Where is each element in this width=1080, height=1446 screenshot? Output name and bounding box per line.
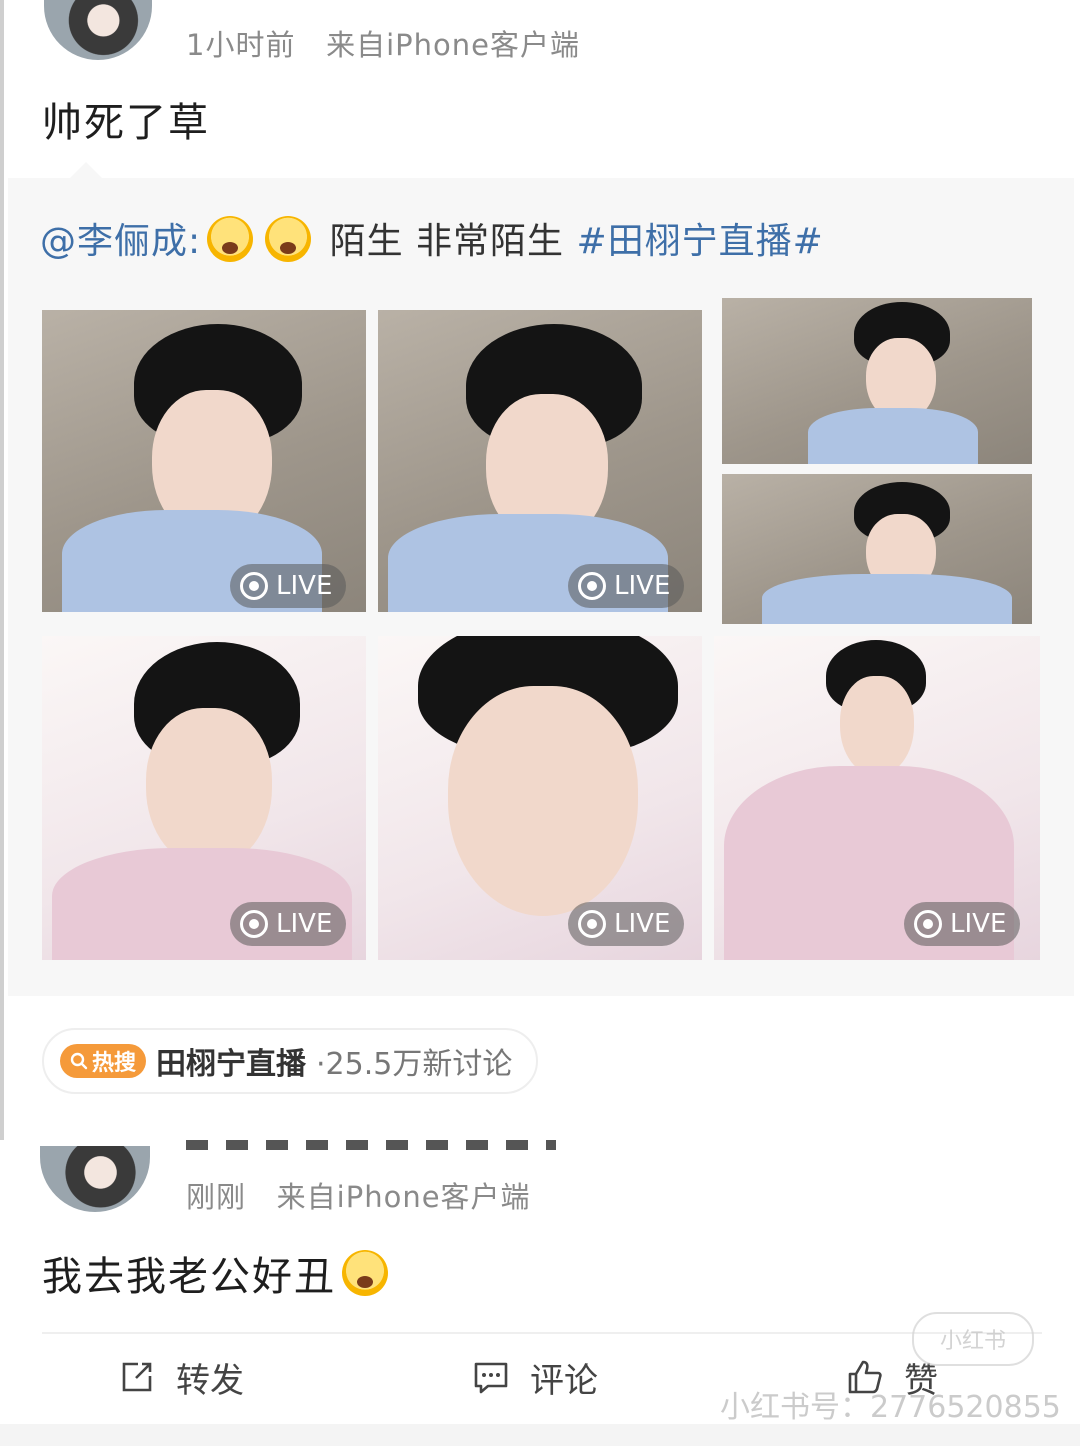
photo-thumbnail[interactable]: LIVE — [378, 310, 702, 612]
photo-subject-shirt — [762, 574, 1012, 624]
trending-topic-link[interactable]: 热搜 田栩宁直播 ·25.5万新讨论 — [42, 1028, 538, 1094]
comment-button[interactable]: 评论 — [472, 1352, 598, 1402]
quoted-text: 陌生 非常陌生 — [329, 221, 565, 262]
post-text: 帅死了草 — [42, 100, 210, 146]
live-label: LIVE — [614, 909, 671, 939]
live-photo-icon — [240, 572, 268, 600]
hot-search-label: 热搜 — [92, 1051, 137, 1076]
photo-subject-face — [448, 686, 638, 916]
photo-thumbnail[interactable]: LIVE — [714, 636, 1040, 960]
photo-thumbnail[interactable] — [722, 298, 1032, 464]
photo-thumbnail[interactable]: LIVE — [378, 636, 702, 960]
live-badge: LIVE — [568, 902, 685, 946]
live-badge: LIVE — [230, 564, 347, 608]
watermark-text: 小红书号：2776520855 — [720, 1390, 1061, 1425]
live-photo-icon — [914, 910, 942, 938]
trend-discussion-count: ·25.5万新讨论 — [316, 1047, 513, 1082]
scream-emoji-icon — [265, 216, 312, 262]
live-label: LIVE — [614, 571, 671, 601]
post-time: 刚刚 — [186, 1180, 247, 1214]
live-photo-icon — [240, 910, 268, 938]
live-photo-icon — [578, 910, 606, 938]
post-text-content: 我去我老公好丑 — [42, 1254, 336, 1300]
post-source: 来自iPhone客户端 — [326, 28, 580, 62]
cropped-text-fragment — [186, 1140, 556, 1150]
live-badge: LIVE — [904, 902, 1021, 946]
xiaohongshu-logo-watermark: 小红书 — [912, 1312, 1034, 1366]
hot-search-badge: 热搜 — [60, 1044, 147, 1078]
hashtag-link[interactable]: #田栩宁直播# — [577, 221, 824, 262]
photo-subject-face — [840, 676, 914, 776]
live-label: LIVE — [276, 571, 333, 601]
action-divider — [42, 1332, 1042, 1334]
comment-label: 评论 — [530, 1360, 598, 1401]
post-text: 我去我老公好丑 — [42, 1244, 394, 1302]
post-meta: 刚刚 来自iPhone客户端 — [186, 1174, 531, 1216]
repost-icon — [122, 1362, 152, 1392]
quoted-author-mention[interactable]: @李俪成: — [40, 221, 201, 262]
repost-button[interactable]: 转发 — [118, 1352, 244, 1402]
photo-thumbnail[interactable]: LIVE — [42, 310, 366, 612]
photo-subject-shirt — [808, 408, 978, 464]
search-icon — [70, 1052, 88, 1070]
avatar[interactable] — [44, 0, 152, 60]
crying-emoji-icon — [342, 1250, 388, 1296]
photo-thumbnail[interactable]: LIVE — [42, 636, 366, 960]
post-meta: 1小时前 来自iPhone客户端 — [186, 22, 580, 64]
post-time: 1小时前 — [186, 28, 296, 62]
trend-title: 田栩宁直播 — [156, 1047, 307, 1082]
live-badge: LIVE — [230, 902, 347, 946]
left-edge-rule — [0, 0, 4, 1140]
scream-emoji-icon — [207, 216, 254, 262]
avatar[interactable] — [40, 1146, 150, 1212]
post-source: 来自iPhone客户端 — [276, 1180, 531, 1214]
photo-thumbnail[interactable] — [722, 474, 1032, 624]
repost-label: 转发 — [176, 1360, 244, 1401]
photo-subject-face — [146, 708, 272, 868]
comment-icon — [474, 1362, 508, 1394]
live-badge: LIVE — [568, 564, 685, 608]
live-photo-icon — [578, 572, 606, 600]
quoted-text-line: @李俪成: 陌生 非常陌生 #田栩宁直播# — [40, 212, 824, 266]
bottom-edge — [0, 1424, 1080, 1446]
live-label: LIVE — [276, 909, 333, 939]
live-label: LIVE — [950, 909, 1007, 939]
